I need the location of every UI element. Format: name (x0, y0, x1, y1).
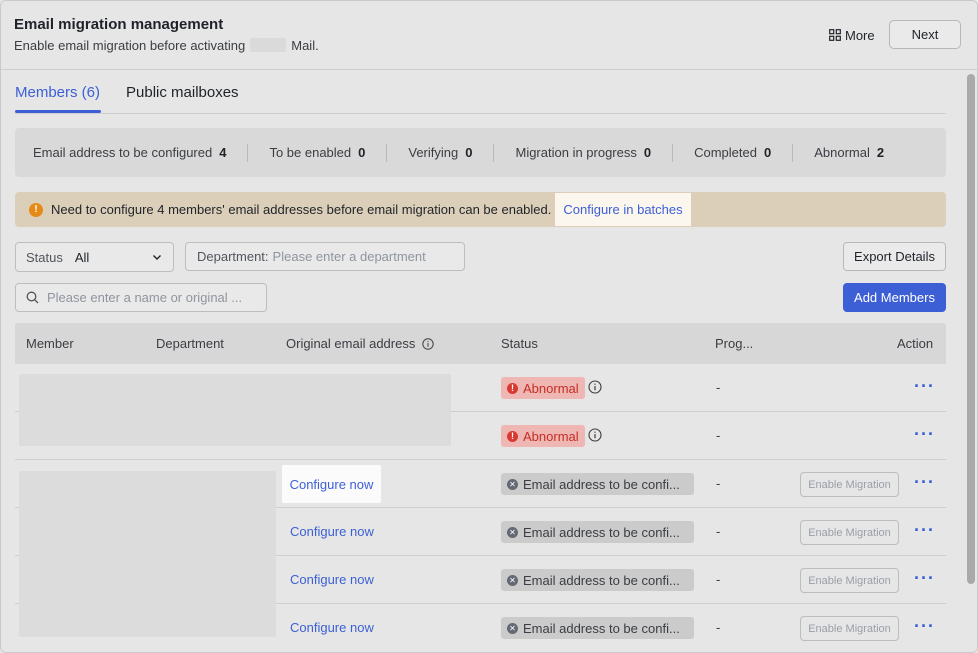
col-original-email: Original email address (286, 336, 434, 351)
export-details-button[interactable]: Export Details (843, 242, 946, 271)
more-actions-button[interactable]: ··· (914, 568, 935, 589)
error-icon: ! (507, 382, 518, 394)
tab-members[interactable]: Members (6) (15, 84, 100, 101)
more-actions-button[interactable]: ··· (914, 616, 935, 637)
more-actions-button[interactable]: ··· (914, 376, 935, 397)
page-subtitle: Enable email migration before activating… (14, 38, 319, 53)
chevron-down-icon (153, 255, 161, 260)
progress-value: - (716, 380, 721, 395)
next-button[interactable]: Next (889, 20, 961, 49)
department-placeholder: Please enter a department (272, 249, 426, 264)
enable-migration-button[interactable]: Enable Migration (800, 472, 899, 497)
configuration-alert: ! Need to configure 4 members' email add… (15, 192, 946, 227)
redacted-member-info (19, 508, 276, 556)
status-badge: ✕ Email address to be confi... (501, 617, 694, 639)
warning-icon: ! (29, 202, 43, 217)
status-summary-bar: Email address to be configured 4 To be en… (15, 128, 946, 177)
search-placeholder: Please enter a name or original ... (47, 290, 243, 305)
col-action: Action (897, 336, 934, 351)
divider (792, 143, 794, 162)
table-row: ! Abnormal - ··· (15, 364, 946, 412)
alert-message: Need to configure 4 members' email addre… (51, 202, 552, 217)
status-badge: ! Abnormal (501, 377, 585, 399)
status-badge: ✕ Email address to be confi... (501, 569, 694, 591)
divider (672, 143, 674, 162)
enable-migration-button[interactable]: Enable Migration (800, 520, 899, 545)
close-circle-icon: ✕ (507, 478, 518, 490)
email-migration-panel: Email migration management Enable email … (0, 0, 978, 653)
table-row: ! Abnormal - ··· (15, 412, 946, 460)
configure-now-link[interactable]: Configure now (290, 524, 374, 539)
status-filter-value: All (74, 249, 90, 265)
department-filter-input[interactable]: Department: Please enter a department (185, 242, 465, 271)
more-label: More (845, 27, 875, 43)
more-actions-button[interactable]: ··· (914, 472, 935, 493)
tab-bar: Members (6) Public mailboxes (15, 71, 946, 114)
configure-now-link[interactable]: Configure now (290, 620, 374, 635)
status-badge: ✕ Email address to be confi... (501, 473, 694, 495)
status-filter-select[interactable]: Status All (15, 242, 174, 272)
table-row: Configure now ✕ Email address to be confi… (15, 556, 946, 604)
redacted-member-info (19, 374, 451, 412)
table-row: Configure now ✕ Email address to be confi… (15, 508, 946, 556)
redacted-member-info (19, 471, 276, 508)
col-progress: Prog... (715, 336, 754, 351)
more-button[interactable]: More (829, 25, 875, 45)
enable-migration-button[interactable]: Enable Migration (800, 568, 899, 593)
redacted-member-info (19, 556, 276, 604)
progress-value: - (716, 524, 721, 539)
close-circle-icon: ✕ (507, 622, 518, 634)
table-row: Configure now ✕ Email address to be confi… (15, 460, 946, 508)
redacted-member-info (19, 412, 451, 446)
stat-to-be-enabled[interactable]: To be enabled 0 (269, 145, 365, 160)
grid-icon (829, 29, 841, 41)
divider (247, 143, 249, 162)
department-filter-label: Department: (197, 249, 269, 264)
error-icon: ! (507, 430, 518, 442)
member-search-input[interactable]: Please enter a name or original ... (15, 283, 267, 312)
page-header: Email migration management Enable email … (1, 1, 977, 70)
table-header: Member Department Original email address… (15, 323, 946, 364)
status-badge: ! Abnormal (501, 425, 585, 447)
stat-to-be-configured[interactable]: Email address to be configured 4 (33, 145, 226, 160)
search-icon (26, 291, 39, 304)
enable-migration-button[interactable]: Enable Migration (800, 616, 899, 641)
col-member: Member (26, 336, 74, 351)
scrollbar-thumb[interactable] (967, 74, 975, 584)
more-actions-button[interactable]: ··· (914, 424, 935, 445)
table-row: Configure now ✕ Email address to be confi… (15, 604, 946, 652)
col-department: Department (156, 336, 224, 351)
configure-now-link[interactable]: Configure now (282, 465, 381, 503)
info-icon[interactable] (588, 380, 602, 394)
status-badge: ✕ Email address to be confi... (501, 521, 694, 543)
stat-verifying[interactable]: Verifying 0 (408, 145, 472, 160)
add-members-button[interactable]: Add Members (843, 283, 946, 312)
stat-migration-in-progress[interactable]: Migration in progress 0 (515, 145, 651, 160)
configure-now-link[interactable]: Configure now (290, 572, 374, 587)
progress-value: - (716, 476, 721, 491)
info-icon[interactable] (422, 338, 434, 350)
info-icon[interactable] (588, 428, 602, 442)
col-status: Status (501, 336, 538, 351)
close-circle-icon: ✕ (507, 526, 518, 538)
subtitle-suffix: Mail. (291, 38, 319, 53)
progress-value: - (716, 428, 721, 443)
redacted-product-name (250, 38, 287, 52)
divider (386, 143, 388, 162)
page-title: Email migration management (14, 16, 224, 33)
active-tab-indicator (15, 110, 101, 113)
close-circle-icon: ✕ (507, 574, 518, 586)
redacted-member-info (19, 604, 276, 637)
configure-in-batches-link[interactable]: Configure in batches (555, 193, 691, 226)
status-filter-label: Status (26, 249, 63, 265)
stat-abnormal[interactable]: Abnormal 2 (814, 145, 884, 160)
divider (493, 143, 495, 162)
more-actions-button[interactable]: ··· (914, 520, 935, 541)
tab-public-mailboxes[interactable]: Public mailboxes (126, 84, 239, 101)
subtitle-prefix: Enable email migration before activating (14, 38, 246, 53)
progress-value: - (716, 572, 721, 587)
stat-completed[interactable]: Completed 0 (694, 145, 771, 160)
progress-value: - (716, 620, 721, 635)
